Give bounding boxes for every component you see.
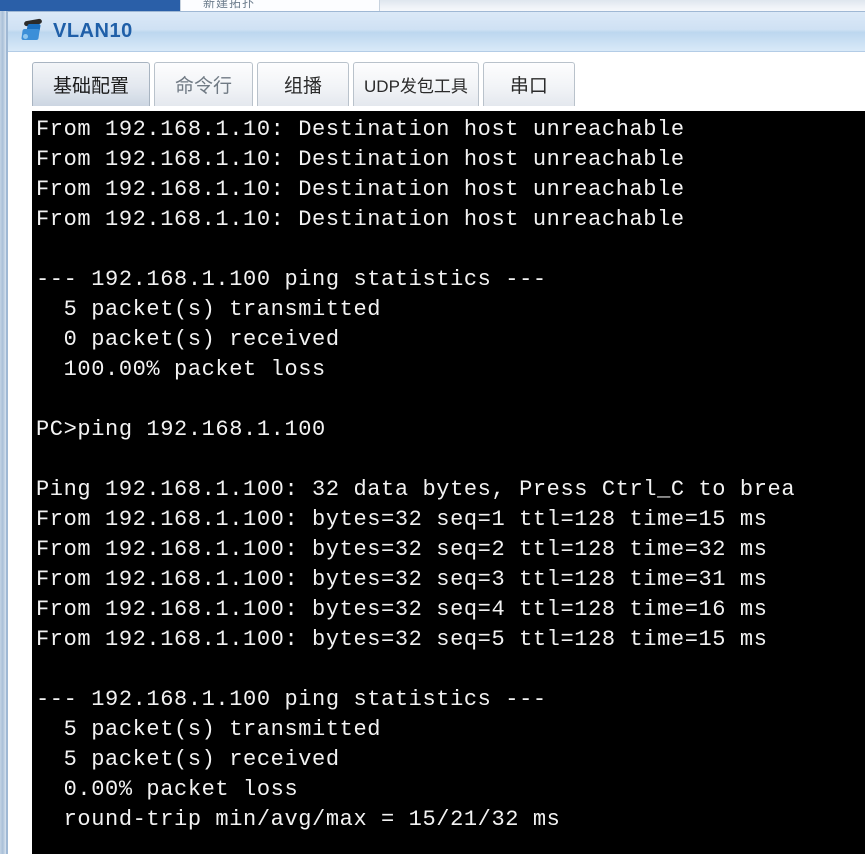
terminal-line: From 192.168.1.100: bytes=32 seq=3 ttl=1…	[36, 567, 768, 592]
tab-basic-config-label: 基础配置	[53, 76, 130, 97]
terminal-line: 0.00% packet loss	[36, 777, 299, 802]
terminal-line: From 192.168.1.100: bytes=32 seq=4 ttl=1…	[36, 597, 768, 622]
window-title: VLAN10	[53, 20, 133, 42]
terminal-line: From 192.168.1.100: bytes=32 seq=1 ttl=1…	[36, 507, 768, 532]
terminal-line: 100.00% packet loss	[36, 357, 326, 382]
terminal-line: From 192.168.1.10: Destination host unre…	[36, 207, 685, 232]
terminal-line: From 192.168.1.10: Destination host unre…	[36, 147, 685, 172]
window-titlebar: VLAN10	[8, 12, 865, 52]
tab-basic-config[interactable]: 基础配置	[32, 62, 151, 106]
terminal-line: 5 packet(s) transmitted	[36, 717, 382, 742]
terminal-line: 5 packet(s) received	[36, 747, 340, 772]
backdrop-partial-tab-label: 新建拓扑	[203, 0, 256, 10]
terminal-line: Ping 192.168.1.100: 32 data bytes, Press…	[36, 477, 796, 502]
terminal-line: From 192.168.1.10: Destination host unre…	[36, 117, 685, 142]
tab-serial-port[interactable]: 串口	[482, 62, 575, 106]
terminal-line: From 192.168.1.100: bytes=32 seq=2 ttl=1…	[36, 537, 768, 562]
network-device-icon	[20, 17, 46, 44]
tab-udp-tool-label: UDP发包工具	[364, 77, 468, 96]
terminal-output[interactable]: From 192.168.1.10: Destination host unre…	[32, 111, 865, 854]
tab-multicast[interactable]: 组播	[257, 62, 350, 106]
terminal-line: 5 packet(s) transmitted	[36, 297, 382, 322]
tab-serial-port-label: 串口	[509, 76, 548, 97]
terminal-line: PC>ping 192.168.1.100	[36, 417, 326, 442]
tab-multicast-label: 组播	[284, 76, 323, 97]
tab-command-line-label: 命令行	[175, 76, 233, 97]
terminal-line: --- 192.168.1.100 ping statistics ---	[36, 687, 547, 712]
terminal-line: 0 packet(s) received	[36, 327, 340, 352]
terminal-line: --- 192.168.1.100 ping statistics ---	[36, 267, 547, 292]
tab-bar: 基础配置 命令行 组播 UDP发包工具 串口	[8, 52, 865, 110]
tab-udp-tool[interactable]: UDP发包工具	[353, 62, 479, 106]
vlan10-window: VLAN10 基础配置 命令行 组播 UDP发包工具 串口 From 192.1…	[6, 11, 865, 854]
tab-command-line[interactable]: 命令行	[154, 62, 254, 106]
backdrop-active-tab-block	[0, 0, 180, 11]
terminal-line: From 192.168.1.10: Destination host unre…	[36, 177, 685, 202]
terminal-line: round-trip min/avg/max = 15/21/32 ms	[36, 807, 561, 832]
terminal-line: From 192.168.1.100: bytes=32 seq=5 ttl=1…	[36, 627, 768, 652]
